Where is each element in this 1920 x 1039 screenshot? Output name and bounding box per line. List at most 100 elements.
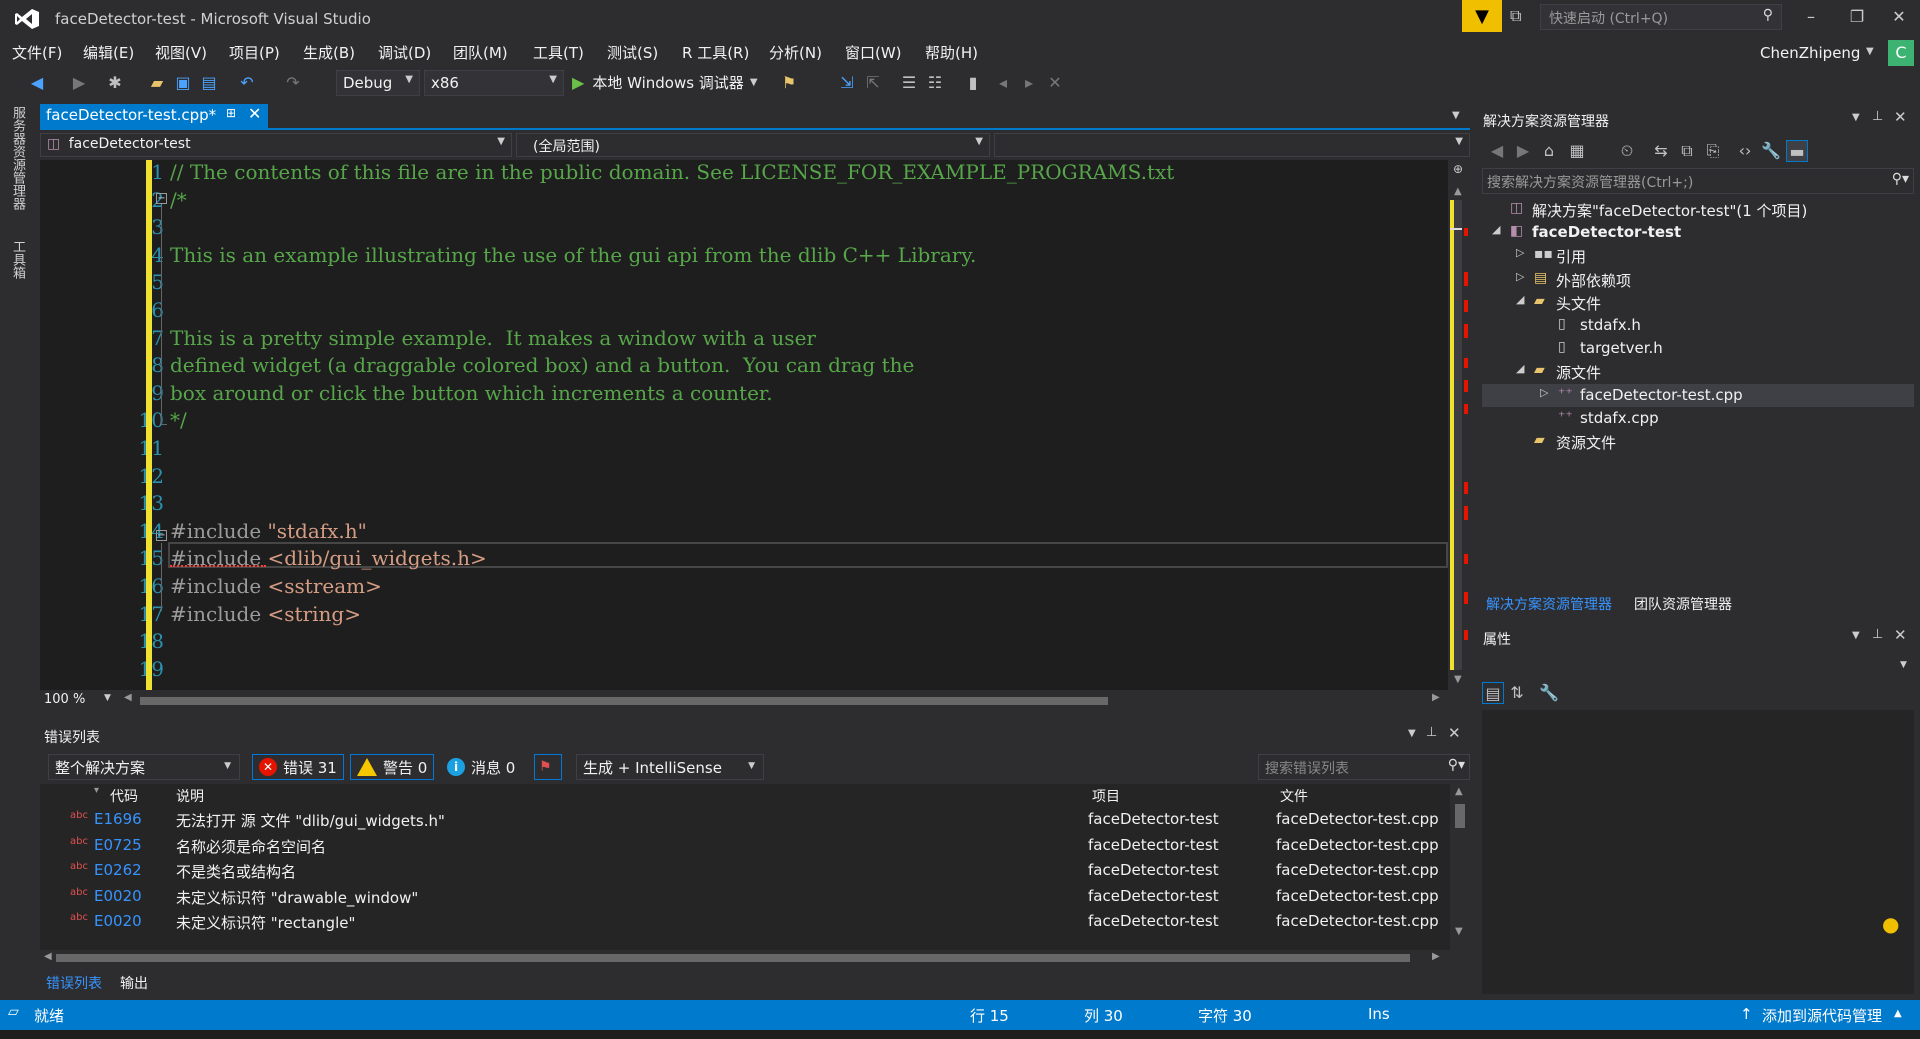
error-list-vertical-scrollbar[interactable]: ▲ ▼ bbox=[1450, 784, 1470, 956]
project-scope-dropdown[interactable]: ◫ faceDetector-test ▼ bbox=[40, 133, 512, 157]
property-pages-icon[interactable]: 🔧 bbox=[1538, 682, 1560, 704]
step-into-icon[interactable]: ⇲ bbox=[836, 72, 858, 94]
notification-icon[interactable]: ● bbox=[1882, 912, 1899, 936]
tree-item-project[interactable]: ◢ ◧ faceDetector-test bbox=[1482, 221, 1914, 244]
close-panel-icon[interactable]: ✕ bbox=[1894, 626, 1907, 644]
split-icon[interactable]: ⊕ bbox=[1453, 162, 1463, 176]
object-selector-dropdown-icon[interactable]: ▼ bbox=[1900, 660, 1907, 670]
tab-error-list[interactable]: 错误列表 bbox=[46, 973, 102, 993]
error-list-search-input[interactable]: 搜索错误列表 ⚲▾ bbox=[1258, 754, 1470, 780]
table-row[interactable]: abc E1696 无法打开 源 文件 "dlib/gui_widgets.h" fa… bbox=[40, 808, 1450, 833]
scroll-left-icon[interactable]: ◀ bbox=[44, 951, 52, 962]
scrollbar-thumb[interactable] bbox=[1455, 804, 1465, 828]
close-panel-icon[interactable]: ✕ bbox=[1894, 108, 1907, 126]
tree-item-external-deps[interactable]: ▷ ▤ 外部依赖项 bbox=[1482, 268, 1914, 291]
pin-icon[interactable]: ⊥ bbox=[1426, 725, 1437, 740]
column-header-description[interactable]: 说明 bbox=[176, 786, 204, 808]
collapsed-icon[interactable]: ▷ bbox=[1516, 246, 1524, 259]
build-intellisense-dropdown[interactable]: 生成 + IntelliSense ▼ bbox=[576, 754, 764, 780]
tree-item-resource-files[interactable]: ▰ 资源文件 bbox=[1482, 430, 1914, 453]
pin-icon[interactable]: ⊞ bbox=[226, 106, 236, 120]
properties-icon[interactable]: 🔧 bbox=[1760, 140, 1782, 162]
solution-platform-dropdown[interactable]: x86 ▼ bbox=[424, 70, 564, 96]
menu-team[interactable]: 团队(M) bbox=[453, 42, 508, 63]
tab-team-explorer[interactable]: 团队资源管理器 bbox=[1634, 594, 1732, 614]
menu-file[interactable]: 文件(F) bbox=[12, 42, 62, 63]
notification-filter-icon[interactable]: ▼ bbox=[1462, 0, 1502, 32]
feedback-icon[interactable]: ⧉ bbox=[1510, 6, 1530, 26]
add-to-source-control-button[interactable]: 添加到源代码管理 bbox=[1762, 1005, 1882, 1026]
preview-selected-icon[interactable]: ▬ bbox=[1786, 140, 1808, 162]
close-panel-icon[interactable]: ✕ bbox=[1448, 724, 1461, 742]
pin-icon[interactable]: ⊥ bbox=[1872, 627, 1883, 642]
solution-configuration-dropdown[interactable]: Debug ▼ bbox=[336, 70, 420, 96]
table-row[interactable]: abc E0262 不是类名或结构名 faceDetector-test faceDet… bbox=[40, 859, 1450, 884]
forward-icon[interactable]: ▶ bbox=[1512, 140, 1534, 162]
tab-output[interactable]: 输出 bbox=[120, 973, 148, 993]
collapse-icon[interactable]: − bbox=[156, 530, 167, 541]
panel-menu-icon[interactable]: ▼ bbox=[1408, 728, 1416, 739]
restore-button[interactable]: ❐ bbox=[1840, 4, 1874, 30]
member-scope-dropdown[interactable]: ▼ bbox=[994, 133, 1470, 157]
new-project-icon[interactable]: ✱ bbox=[104, 72, 126, 94]
horizontal-scrollbar-thumb[interactable] bbox=[140, 697, 1108, 705]
show-all-files-icon[interactable]: ⎘ bbox=[1702, 140, 1724, 162]
clear-bookmarks-icon[interactable]: ✕ bbox=[1044, 72, 1066, 94]
menu-test[interactable]: 测试(S) bbox=[607, 42, 658, 63]
scroll-up-icon[interactable]: ▲ bbox=[1454, 186, 1462, 197]
menu-analyze[interactable]: 分析(N) bbox=[769, 42, 822, 63]
solution-explorer-search-input[interactable]: 搜索解决方案资源管理器(Ctrl+;) ⚲▾ bbox=[1482, 168, 1914, 194]
panel-menu-icon[interactable]: ▼ bbox=[1852, 112, 1860, 123]
uncomment-lines-icon[interactable]: ☷ bbox=[924, 72, 946, 94]
save-all-icon[interactable]: ▤ bbox=[198, 72, 220, 94]
toolbox-tab[interactable]: 工具箱 bbox=[8, 240, 27, 279]
undo-icon[interactable]: ↶ bbox=[236, 72, 258, 94]
tree-item-header-files[interactable]: ◢ ▰ 头文件 bbox=[1482, 291, 1914, 314]
switch-views-icon[interactable]: ▦ bbox=[1566, 140, 1588, 162]
tree-item-targetver-h[interactable]: ▯ targetver.h bbox=[1482, 337, 1914, 360]
menu-build[interactable]: 生成(B) bbox=[303, 42, 355, 63]
zoom-level[interactable]: 100 % bbox=[44, 692, 85, 707]
expanded-icon[interactable]: ◢ bbox=[1516, 293, 1524, 306]
avatar[interactable]: C bbox=[1888, 40, 1914, 66]
pending-changes-icon[interactable]: ⏲ bbox=[1616, 140, 1638, 162]
tab-solution-explorer[interactable]: 解决方案资源管理器 bbox=[1486, 594, 1612, 614]
next-bookmark-icon[interactable]: ▸ bbox=[1018, 72, 1040, 94]
error-scope-dropdown[interactable]: 整个解决方案 ▼ bbox=[48, 754, 240, 780]
warnings-filter-button[interactable]: 警告 0 bbox=[350, 754, 435, 780]
messages-filter-button[interactable]: i 消息 0 bbox=[440, 754, 523, 780]
tab-facedetector-test-cpp[interactable]: faceDetector-test.cpp* ⊞ ✕ bbox=[40, 104, 268, 128]
menu-edit[interactable]: 编辑(E) bbox=[83, 42, 134, 63]
user-dropdown-icon[interactable]: ▼ bbox=[1866, 46, 1874, 57]
tree-item-stdafx-h[interactable]: ▯ stdafx.h bbox=[1482, 314, 1914, 337]
server-explorer-tab[interactable]: 服务器资源管理器 bbox=[8, 106, 27, 210]
comment-lines-icon[interactable]: ☰ bbox=[898, 72, 920, 94]
quick-launch-input[interactable]: 快速启动 (Ctrl+Q) ⚲ bbox=[1540, 4, 1782, 30]
redo-icon[interactable]: ↷ bbox=[282, 72, 304, 94]
scroll-up-icon[interactable]: ▲ bbox=[1455, 786, 1463, 797]
expanded-icon[interactable]: ◢ bbox=[1492, 223, 1500, 236]
menu-view[interactable]: 视图(V) bbox=[155, 42, 207, 63]
categorized-icon[interactable]: ▤ bbox=[1482, 682, 1504, 704]
back-icon[interactable]: ◀ bbox=[1486, 140, 1508, 162]
alphabetical-icon[interactable]: ⇅ bbox=[1506, 682, 1528, 704]
expanded-icon[interactable]: ◢ bbox=[1516, 362, 1524, 375]
column-header-code[interactable]: 代码 bbox=[110, 786, 138, 808]
table-row[interactable]: abc E0725 名称必须是命名空间名 faceDetector-test faceD… bbox=[40, 834, 1450, 859]
collapsed-icon[interactable]: ▷ bbox=[1516, 270, 1524, 283]
global-scope-dropdown[interactable]: (全局范围) ▼ bbox=[516, 133, 990, 157]
column-header-file[interactable]: 文件 bbox=[1280, 786, 1308, 808]
scroll-down-icon[interactable]: ▼ bbox=[1454, 674, 1462, 685]
tab-list-dropdown-icon[interactable]: ▼ bbox=[1452, 110, 1460, 121]
bookmark-icon[interactable]: ▮ bbox=[962, 72, 984, 94]
user-name[interactable]: ChenZhipeng bbox=[1760, 44, 1860, 62]
home-icon[interactable]: ⌂ bbox=[1538, 140, 1560, 162]
code-editor[interactable]: 12345678910111213141516171819 − − // The… bbox=[40, 160, 1448, 690]
scrollbar-thumb[interactable] bbox=[56, 954, 1410, 962]
table-row[interactable]: abc E0020 未定义标识符 "rectangle" faceDetector-t… bbox=[40, 910, 1450, 935]
menu-r-tools[interactable]: R 工具(R) bbox=[682, 42, 749, 63]
table-row[interactable]: abc E0020 未定义标识符 "drawable_window" faceDete… bbox=[40, 885, 1450, 910]
menu-window[interactable]: 窗口(W) bbox=[845, 42, 902, 63]
chevron-up-icon[interactable]: ▲ bbox=[1894, 1008, 1902, 1019]
scroll-right-icon[interactable]: ▶ bbox=[1432, 692, 1440, 703]
